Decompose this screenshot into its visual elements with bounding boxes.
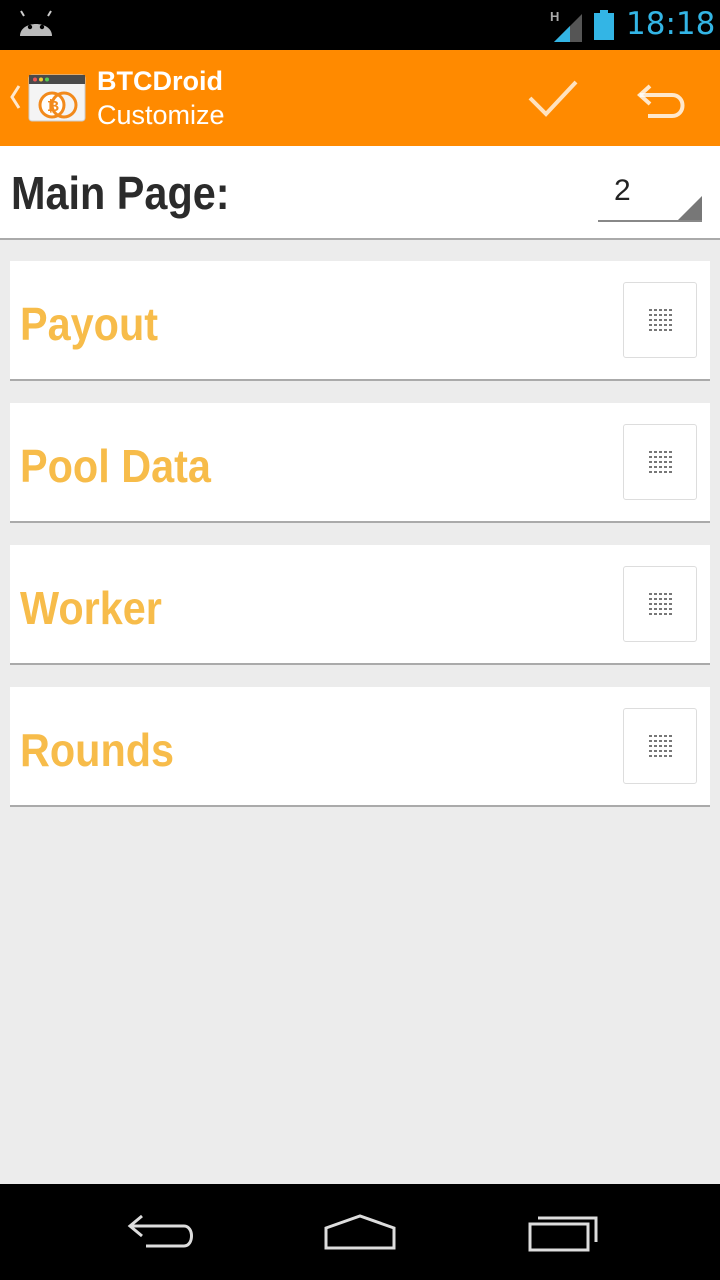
section-row-worker[interactable]: Worker (10, 545, 710, 665)
drag-handle-icon[interactable] (623, 566, 697, 642)
main-page-row: Main Page: 2 (0, 146, 720, 240)
app-title: BTCDroid (97, 66, 223, 96)
home-icon[interactable] (320, 1208, 400, 1256)
section-row-rounds[interactable]: Rounds (10, 687, 710, 807)
android-icon (20, 10, 52, 36)
drag-handle-icon[interactable] (623, 282, 697, 358)
section-label: Worker (20, 582, 162, 634)
section-label: Payout (20, 298, 159, 350)
up-chevron-icon[interactable] (8, 82, 22, 112)
recent-apps-icon[interactable] (520, 1208, 600, 1256)
section-row-payout[interactable]: Payout (10, 261, 710, 381)
battery-icon (594, 10, 614, 40)
section-row-pool-data[interactable]: Pool Data (10, 403, 710, 523)
navigation-bar (0, 1184, 720, 1280)
section-label: Pool Data (20, 440, 211, 492)
undo-icon[interactable] (632, 74, 692, 124)
main-page-label: Main Page: (11, 167, 230, 219)
network-type-label: H (550, 9, 559, 24)
clock: 18:18 (626, 6, 716, 42)
drag-handle-icon[interactable] (623, 424, 697, 500)
action-bar: ₿ BTCDroid Customize (0, 50, 720, 146)
svg-text:₿: ₿ (47, 97, 59, 115)
checkmark-icon[interactable] (520, 72, 584, 124)
section-label: Rounds (20, 724, 175, 776)
screen-subtitle: Customize (97, 100, 225, 130)
main-page-spinner[interactable]: 2 (598, 168, 702, 222)
status-bar: H 18:18 (0, 0, 720, 50)
dropdown-arrow-icon (678, 196, 702, 220)
drag-handle-icon[interactable] (623, 708, 697, 784)
main-page-spinner-value: 2 (614, 174, 631, 207)
signal-icon: H (550, 9, 582, 42)
app-icon[interactable]: ₿ (28, 74, 86, 124)
back-icon[interactable] (120, 1208, 200, 1256)
